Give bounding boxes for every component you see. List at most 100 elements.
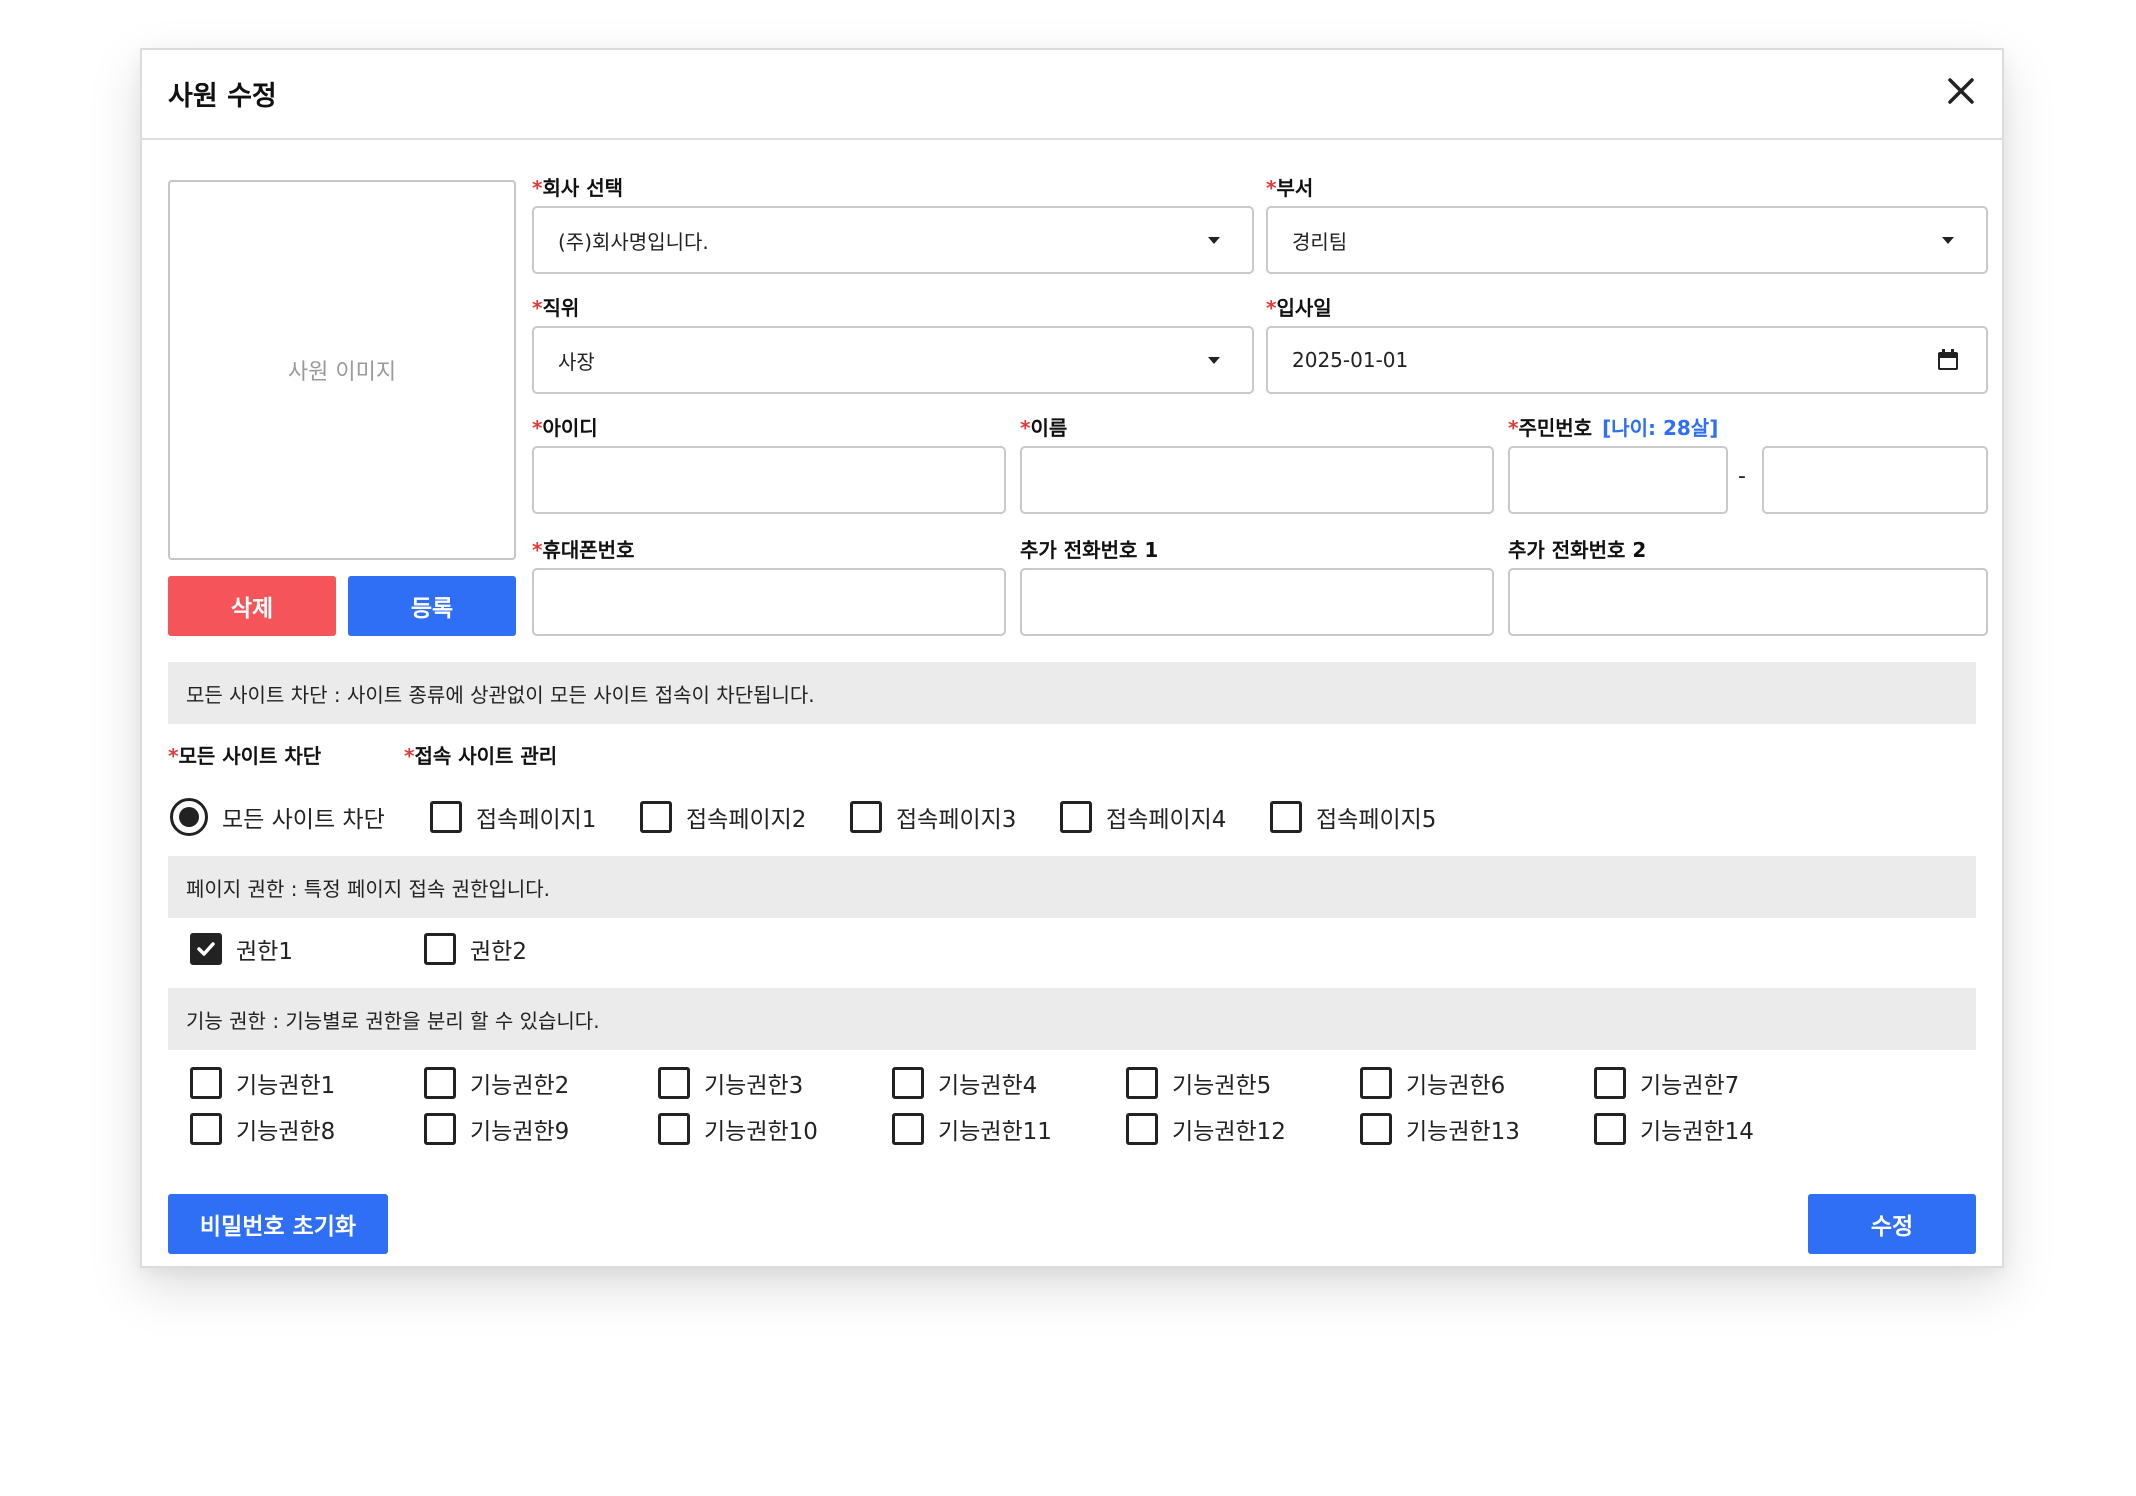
radio-button-icon xyxy=(170,798,208,836)
name-field[interactable] xyxy=(1020,446,1494,514)
department-select[interactable]: 경리팀 xyxy=(1266,206,1988,274)
feature-permission-checkbox-8-label: 기능권한8 xyxy=(236,1119,336,1145)
mobile-input[interactable] xyxy=(558,569,980,635)
checkbox-icon xyxy=(1360,1113,1392,1145)
extra-phone-1-label: 추가 전화번호 1 xyxy=(1020,538,1159,562)
site-page-checkbox-3-label: 접속페이지3 xyxy=(896,807,1017,833)
feature-permission-checkbox-4[interactable]: 기능권한4 xyxy=(892,1066,1037,1100)
join-date-input[interactable]: 2025-01-01 xyxy=(1266,326,1988,394)
checkbox-icon xyxy=(424,1113,456,1145)
block-all-label: *모든 사이트 차단 xyxy=(168,744,322,768)
chevron-down-icon xyxy=(1942,236,1954,244)
delete-photo-button[interactable]: 삭제 xyxy=(168,576,336,636)
feature-permission-checkbox-6[interactable]: 기능권한6 xyxy=(1360,1066,1505,1100)
chevron-down-icon xyxy=(1208,356,1220,364)
resident-number-front-field[interactable] xyxy=(1508,446,1728,514)
name-label: *이름 xyxy=(1020,416,1068,440)
site-page-checkbox-4-label: 접속페이지4 xyxy=(1106,807,1227,833)
site-page-checkbox-1[interactable]: 접속페이지1 xyxy=(430,800,596,834)
feature-permission-checkbox-13[interactable]: 기능권한13 xyxy=(1360,1112,1520,1146)
age-note: [나이: 28살] xyxy=(1602,416,1719,440)
feature-permission-checkbox-3-label: 기능권한3 xyxy=(704,1073,804,1099)
checkbox-icon xyxy=(1060,801,1092,833)
feature-permission-checkbox-11[interactable]: 기능권한11 xyxy=(892,1112,1052,1146)
user-id-label: *아이디 xyxy=(532,416,598,440)
mobile-field[interactable] xyxy=(532,568,1006,636)
employee-photo[interactable]: 사원 이미지 xyxy=(168,180,516,560)
checkbox-icon xyxy=(430,801,462,833)
checkbox-icon xyxy=(892,1113,924,1145)
chevron-down-icon xyxy=(1208,236,1220,244)
feature-permission-checkbox-14-label: 기능권한14 xyxy=(1640,1119,1754,1145)
page-permission-info: 페이지 권한 : 특정 페이지 접속 권한입니다. xyxy=(168,856,1976,918)
feature-permission-checkbox-8[interactable]: 기능권한8 xyxy=(190,1112,335,1146)
site-page-checkbox-5-label: 접속페이지5 xyxy=(1316,807,1437,833)
user-id-field[interactable] xyxy=(532,446,1006,514)
resident-number-separator: - xyxy=(1738,464,1746,489)
checkbox-icon xyxy=(658,1067,690,1099)
radio-dot xyxy=(179,807,199,827)
resident-number-front-input[interactable] xyxy=(1534,447,1702,513)
join-date-label: *입사일 xyxy=(1266,296,1332,320)
feature-permission-checkbox-3[interactable]: 기능권한3 xyxy=(658,1066,803,1100)
feature-permission-checkbox-7[interactable]: 기능권한7 xyxy=(1594,1066,1739,1100)
close-button[interactable] xyxy=(1944,74,1978,108)
site-page-checkbox-1-label: 접속페이지1 xyxy=(476,807,597,833)
position-value: 사장 xyxy=(558,349,595,374)
feature-permission-checkbox-12[interactable]: 기능권한12 xyxy=(1126,1112,1286,1146)
company-label: *회사 선택 xyxy=(532,176,624,200)
calendar-icon[interactable] xyxy=(1936,348,1960,372)
position-label: *직위 xyxy=(532,296,580,320)
feature-permission-info: 기능 권한 : 기능별로 권한을 분리 할 수 있습니다. xyxy=(168,988,1976,1050)
checkbox-icon xyxy=(1594,1113,1626,1145)
page-permission-checkbox-1[interactable]: 권한1 xyxy=(190,932,293,966)
name-input[interactable] xyxy=(1046,447,1468,513)
site-page-checkbox-2-label: 접속페이지2 xyxy=(686,807,807,833)
feature-permission-checkbox-2-label: 기능권한2 xyxy=(470,1073,570,1099)
join-date-value: 2025-01-01 xyxy=(1292,348,1409,372)
extra-phone-2-label: 추가 전화번호 2 xyxy=(1508,538,1647,562)
feature-permission-checkbox-10-label: 기능권한10 xyxy=(704,1119,818,1145)
register-photo-button[interactable]: 등록 xyxy=(348,576,516,636)
checkbox-icon xyxy=(640,801,672,833)
feature-permission-checkbox-11-label: 기능권한11 xyxy=(938,1119,1052,1145)
resident-number-back-field[interactable] xyxy=(1762,446,1988,514)
feature-permission-checkbox-4-label: 기능권한4 xyxy=(938,1073,1038,1099)
extra-phone-1-input[interactable] xyxy=(1046,569,1468,635)
reset-password-button[interactable]: 비밀번호 초기화 xyxy=(168,1194,388,1254)
feature-permission-checkbox-9[interactable]: 기능권한9 xyxy=(424,1112,569,1146)
site-page-checkbox-3[interactable]: 접속페이지3 xyxy=(850,800,1016,834)
resident-number-back-input[interactable] xyxy=(1788,447,1962,513)
site-page-checkbox-4[interactable]: 접속페이지4 xyxy=(1060,800,1226,834)
site-page-checkbox-5[interactable]: 접속페이지5 xyxy=(1270,800,1436,834)
user-id-input[interactable] xyxy=(558,447,980,513)
extra-phone-2-input[interactable] xyxy=(1534,569,1962,635)
feature-permission-checkbox-13-label: 기능권한13 xyxy=(1406,1119,1520,1145)
feature-permission-checkbox-5[interactable]: 기능권한5 xyxy=(1126,1066,1271,1100)
checkbox-icon xyxy=(1594,1067,1626,1099)
submit-button[interactable]: 수정 xyxy=(1808,1194,1976,1254)
photo-placeholder: 사원 이미지 xyxy=(287,360,397,385)
department-label: *부서 xyxy=(1266,176,1314,200)
extra-phone-2-field[interactable] xyxy=(1508,568,1988,636)
extra-phone-1-field[interactable] xyxy=(1020,568,1494,636)
position-select[interactable]: 사장 xyxy=(532,326,1254,394)
site-page-checkbox-2[interactable]: 접속페이지2 xyxy=(640,800,806,834)
checkbox-icon xyxy=(892,1067,924,1099)
feature-permission-checkbox-10[interactable]: 기능권한10 xyxy=(658,1112,818,1146)
checkbox-icon xyxy=(658,1113,690,1145)
feature-permission-checkbox-1[interactable]: 기능권한1 xyxy=(190,1066,335,1100)
checkbox-icon xyxy=(190,1067,222,1099)
site-manage-label: *접속 사이트 관리 xyxy=(404,744,558,768)
checkbox-icon xyxy=(1270,801,1302,833)
company-select[interactable]: (주)회사명입니다. xyxy=(532,206,1254,274)
checkmark-icon xyxy=(197,942,215,956)
feature-permission-checkbox-14[interactable]: 기능권한14 xyxy=(1594,1112,1754,1146)
employee-edit-modal: 사원 수정 사원 이미지 삭제 등록 *회사 선택 (주)회사명입니다. *부서… xyxy=(140,48,2004,1268)
checkbox-icon xyxy=(424,1067,456,1099)
block-all-radio[interactable]: 모든 사이트 차단 xyxy=(170,798,385,836)
page-permission-checkbox-2[interactable]: 권한2 xyxy=(424,932,527,966)
page-permission-checkbox-2-label: 권한2 xyxy=(470,939,527,965)
modal-title: 사원 수정 xyxy=(168,81,277,112)
feature-permission-checkbox-2[interactable]: 기능권한2 xyxy=(424,1066,569,1100)
